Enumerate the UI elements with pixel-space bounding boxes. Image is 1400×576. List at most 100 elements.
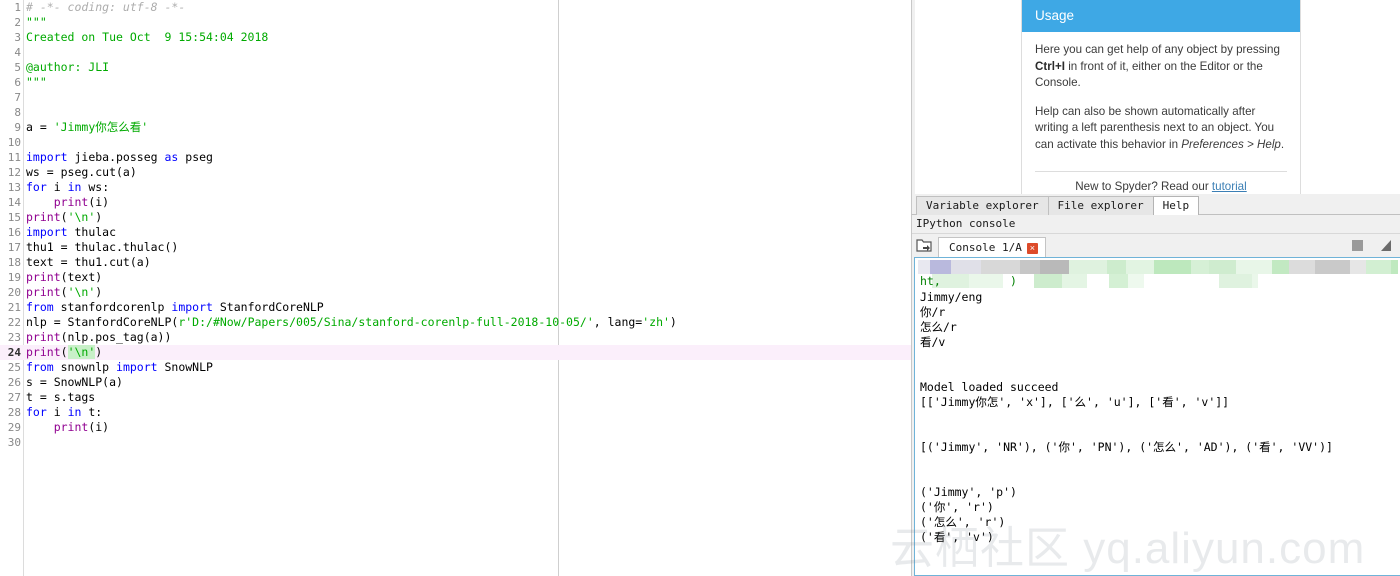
code-token: s = SnowNLP(a): [26, 375, 123, 389]
code-token: r'D:/#Now/Papers/005/Sina/stanford-coren…: [178, 315, 594, 329]
code-line[interactable]: 19 print(text): [0, 270, 911, 285]
code-line[interactable]: 17 thu1 = thulac.thulac(): [0, 240, 911, 255]
code-line[interactable]: 9 a = 'Jimmy你怎么看': [0, 120, 911, 135]
code-line[interactable]: 25 from snownlp import SnowNLP: [0, 360, 911, 375]
console-toolbar[interactable]: [1342, 239, 1397, 253]
code-line[interactable]: 28 for i in t:: [0, 405, 911, 420]
usage-card-title: Usage: [1022, 0, 1300, 32]
line-number: 26: [7, 376, 21, 389]
code-token: """: [26, 75, 47, 89]
code-token: print: [26, 330, 61, 344]
redacted-block: [1350, 260, 1366, 274]
code-token: import: [116, 360, 158, 374]
code-line[interactable]: 26 s = SnowNLP(a): [0, 375, 911, 390]
console-output-line: [['Jimmy你怎', 'x'], ['么', 'u'], ['看', 'v'…: [920, 395, 1230, 409]
code-line[interactable]: 15 print('\n'): [0, 210, 911, 225]
code-line[interactable]: 3 Created on Tue Oct 9 15:54:04 2018: [0, 30, 911, 45]
redacted-block: [1209, 260, 1236, 274]
panel-tab-variable-explorer[interactable]: Variable explorer: [916, 196, 1049, 215]
code-line[interactable]: 16 import thulac: [0, 225, 911, 240]
code-token: print: [26, 270, 61, 284]
code-line[interactable]: 24 print('\n'): [0, 345, 911, 360]
code-token: (i): [88, 195, 110, 209]
tutorial-link[interactable]: tutorial: [1212, 180, 1247, 193]
panel-tab-help[interactable]: Help: [1152, 196, 1200, 215]
code-line-text: ws = pseg.cut(a): [26, 165, 137, 180]
code-line[interactable]: 2 """: [0, 15, 911, 30]
code-token: ): [95, 345, 103, 359]
line-number: 8: [14, 106, 21, 119]
code-token: ws:: [81, 180, 110, 194]
console-partial-line: ht, ): [920, 274, 1017, 288]
code-line[interactable]: 22 nlp = StanfordCoreNLP(r'D:/#Now/Papers…: [0, 315, 911, 330]
line-number: 25: [7, 361, 21, 374]
code-line[interactable]: 6 """: [0, 75, 911, 90]
panel-tab-file-explorer[interactable]: File explorer: [1047, 196, 1154, 215]
stop-icon[interactable]: [1352, 240, 1363, 251]
code-line[interactable]: 1 # -*- coding: utf-8 -*-: [0, 0, 911, 15]
folder-icon[interactable]: [916, 238, 933, 253]
code-line-text: @author: JLI: [26, 60, 109, 75]
code-line[interactable]: 12 ws = pseg.cut(a): [0, 165, 911, 180]
console-output-line: ('Jimmy', 'p'): [920, 485, 1017, 499]
line-number: 22: [7, 316, 21, 329]
usage-paragraph-2: Help can also be shown automatically aft…: [1035, 104, 1287, 154]
code-token: (: [60, 285, 68, 299]
code-line-text: print(text): [26, 270, 102, 285]
code-token: print: [26, 285, 61, 299]
code-token: print: [53, 195, 89, 209]
code-line[interactable]: 11 import jieba.posseg as pseg: [0, 150, 911, 165]
line-number: 24: [7, 346, 21, 359]
code-line[interactable]: 8: [0, 105, 911, 120]
code-line[interactable]: 21 from stanfordcorenlp import StanfordCo…: [0, 300, 911, 315]
code-line-text: for i in ws:: [26, 180, 109, 195]
code-line[interactable]: 30: [0, 435, 911, 450]
help-pane[interactable]: Usage Here you can get help of any objec…: [911, 0, 1400, 194]
code-line[interactable]: 14 print(i): [0, 195, 911, 210]
code-line-text: text = thu1.cut(a): [26, 255, 151, 270]
close-icon[interactable]: ×: [1026, 242, 1038, 254]
redacted-block: [1154, 260, 1191, 274]
usage-p2-prefs-path: Preferences > Help: [1181, 137, 1281, 151]
code-token: t = s.tags: [26, 390, 96, 404]
redacted-block: [1109, 274, 1128, 288]
usage-p1-shortcut: Ctrl+I: [1035, 59, 1065, 73]
code-line[interactable]: 29 print(i): [0, 420, 911, 435]
code-line-text: t = s.tags: [26, 390, 95, 405]
code-line[interactable]: 20 print('\n'): [0, 285, 911, 300]
code-line[interactable]: 23 print(nlp.pos_tag(a)): [0, 330, 911, 345]
console-tab-row[interactable]: Console 1/A ×: [912, 234, 1400, 257]
line-number: 18: [7, 256, 21, 269]
options-icon[interactable]: [1381, 240, 1391, 251]
console-output-area[interactable]: ht, ) Jimmy/eng 你/r 怎么/r 看/v Model loaded s…: [914, 257, 1400, 576]
code-line[interactable]: 27 t = s.tags: [0, 390, 911, 405]
code-editor-pane[interactable]: 1 # -*- coding: utf-8 -*- 2 """ 3 Created on …: [0, 0, 911, 576]
code-line[interactable]: 18 text = thu1.cut(a): [0, 255, 911, 270]
console-output-line: ('怎么', 'r'): [920, 515, 1006, 529]
code-token: SnowNLP: [157, 360, 213, 374]
redacted-block: [1020, 260, 1040, 274]
console-tab[interactable]: Console 1/A ×: [938, 237, 1046, 257]
panel-tab-label: Variable explorer: [926, 199, 1039, 212]
code-token: ): [669, 315, 677, 329]
console-output-line: 你/r: [920, 305, 946, 319]
code-line[interactable]: 4: [0, 45, 911, 60]
code-line[interactable]: 5 @author: JLI: [0, 60, 911, 75]
line-number: 27: [7, 391, 21, 404]
code-line[interactable]: 7: [0, 90, 911, 105]
line-number: 2: [14, 16, 21, 29]
editor-code-area[interactable]: 1 # -*- coding: utf-8 -*- 2 """ 3 Created on …: [0, 0, 911, 450]
code-token: (i): [88, 420, 110, 434]
code-token: in: [67, 405, 82, 419]
panel-tab-strip[interactable]: Variable explorer File explorer Help: [911, 194, 1400, 215]
code-token: jieba.posseg: [67, 150, 165, 164]
redacted-block: [1040, 260, 1069, 274]
ipython-console-pane[interactable]: IPython console Console 1/A × ht,) Jimm…: [911, 215, 1400, 576]
code-line[interactable]: 10: [0, 135, 911, 150]
code-line-text: print('\n'): [26, 210, 102, 225]
code-line[interactable]: 13 for i in ws:: [0, 180, 911, 195]
